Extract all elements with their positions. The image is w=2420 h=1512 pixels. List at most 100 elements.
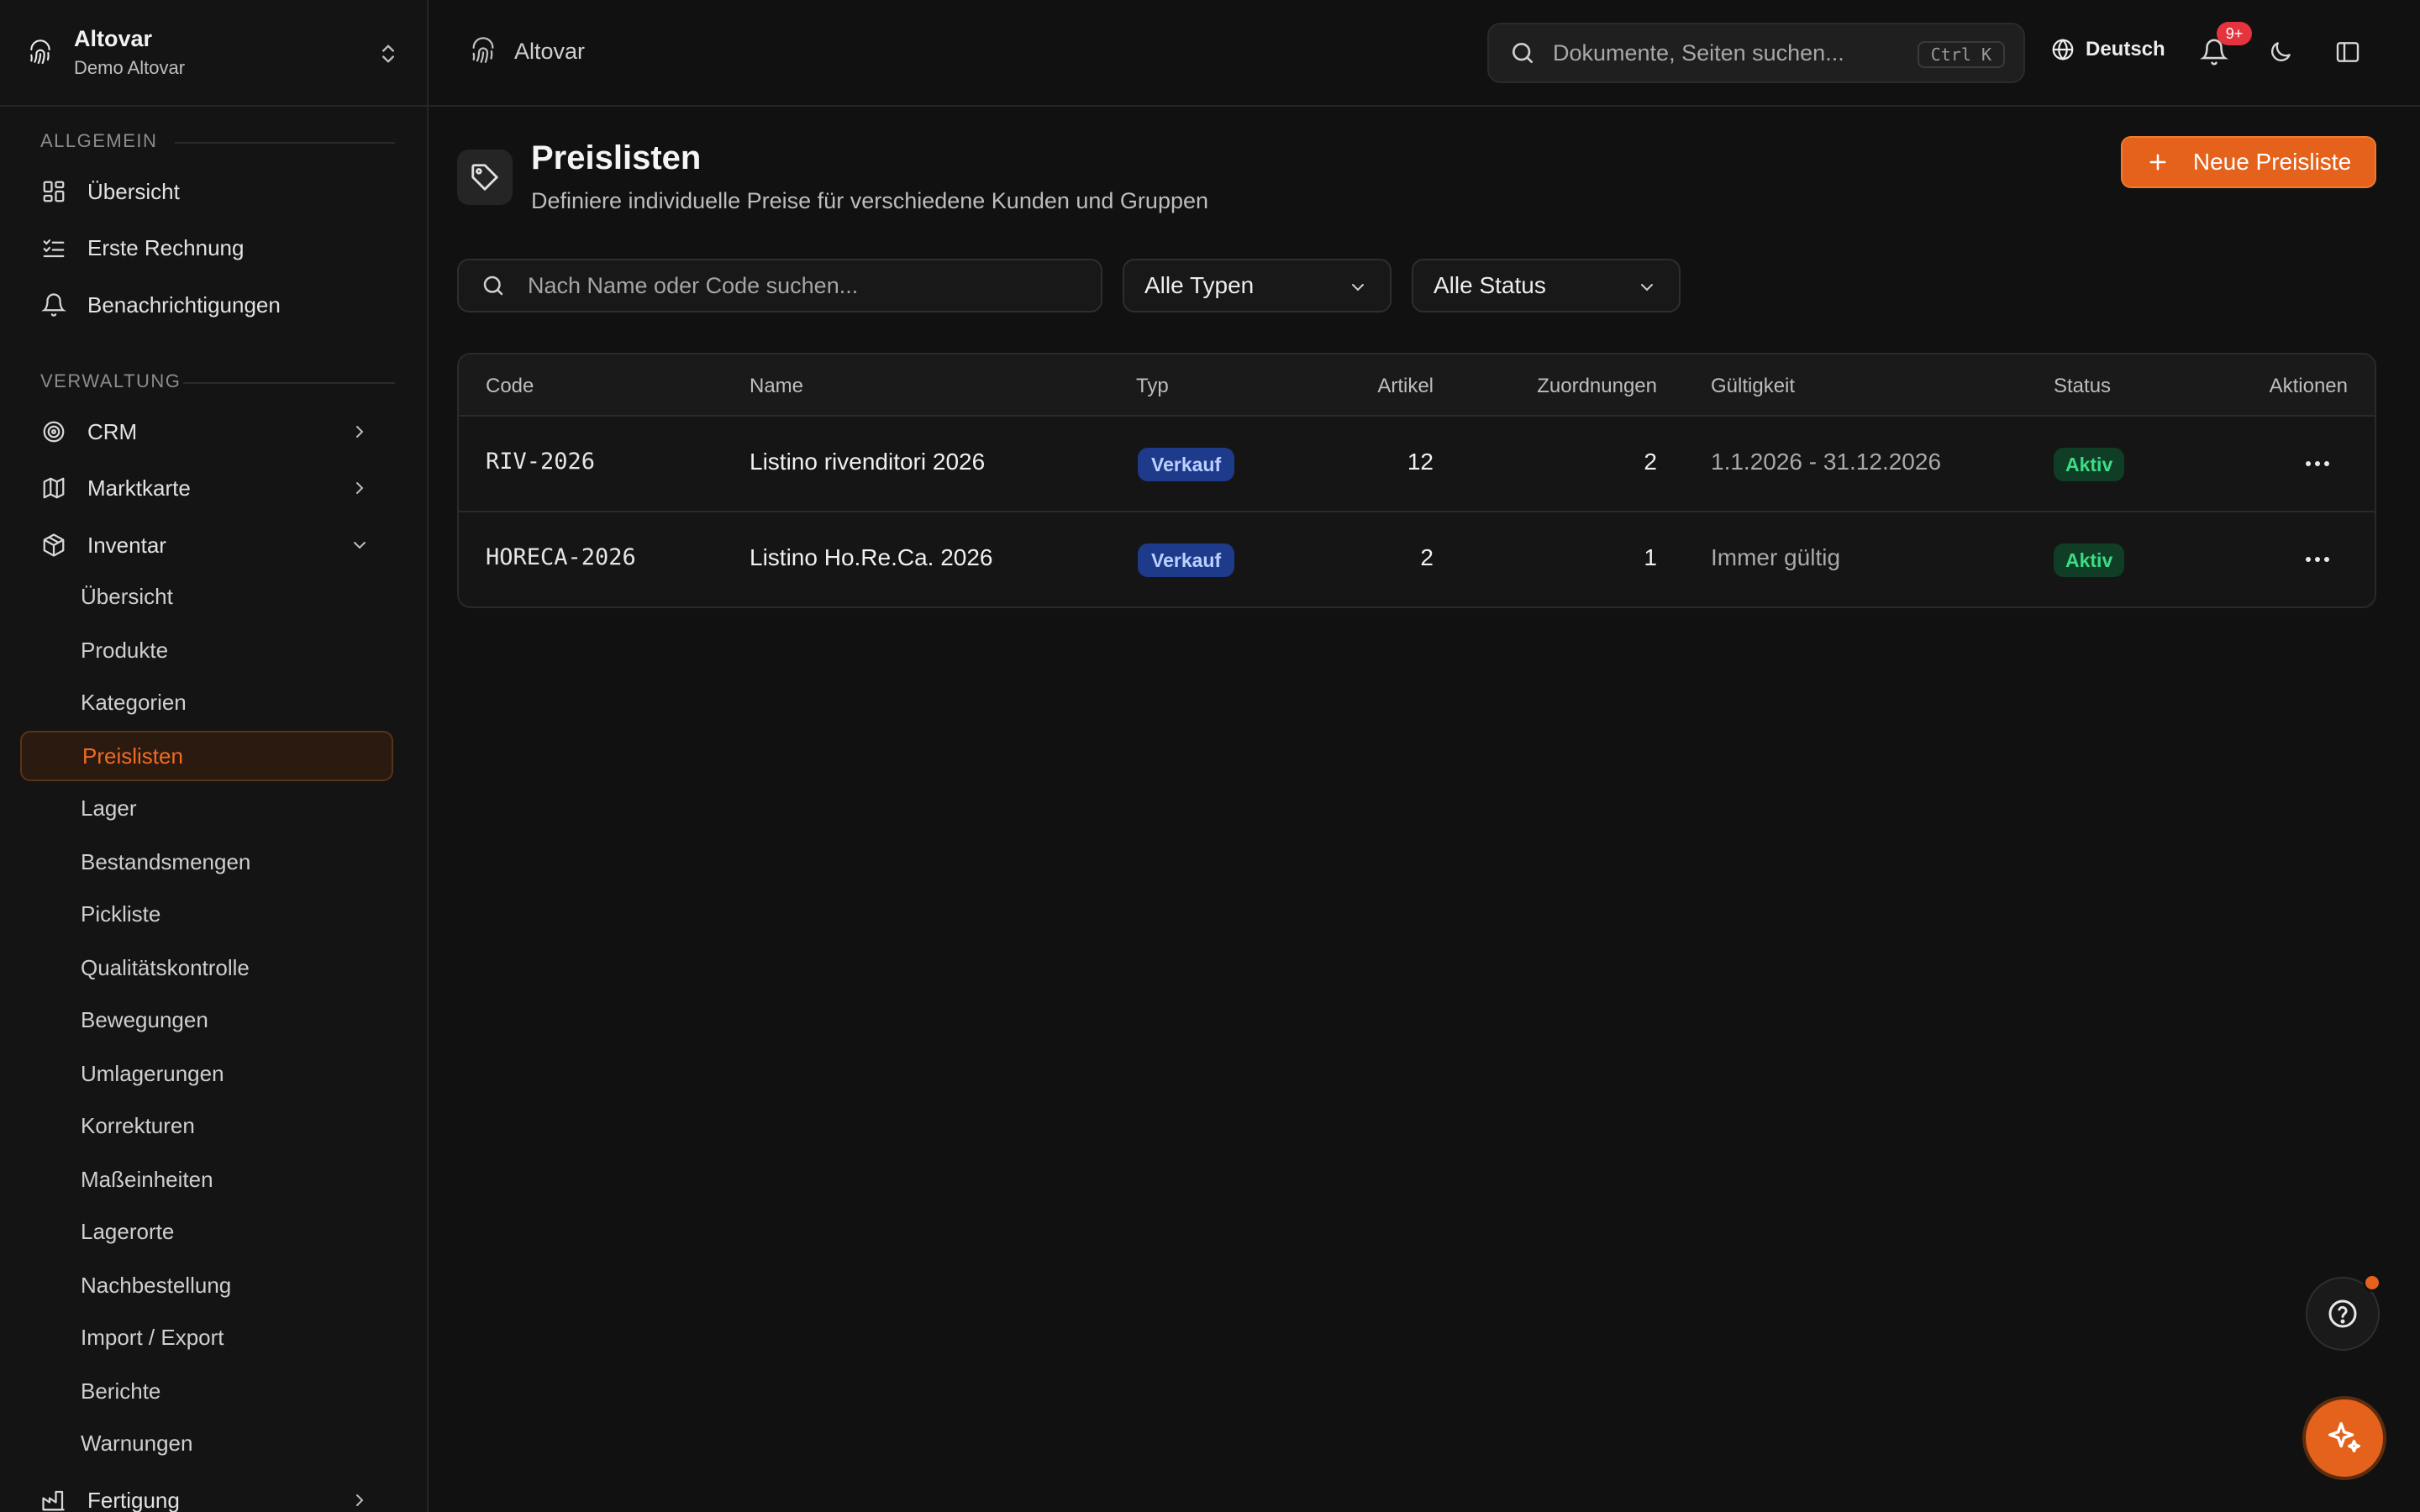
sidebar-subitem-pricelists[interactable]: Preislisten	[20, 731, 393, 781]
cell-assignments: 2	[1644, 449, 1657, 475]
sidebar-subitem-label: Übersicht	[81, 583, 173, 609]
sidebar-subitem-label: Bewegungen	[81, 1006, 208, 1032]
status-filter-value: Alle Status	[1434, 272, 1546, 298]
more-actions-icon[interactable]	[2302, 544, 2333, 575]
map-icon	[40, 475, 67, 501]
box-icon	[40, 532, 67, 559]
sidebar-subitem-transfers[interactable]: Umlagerungen	[20, 1049, 393, 1098]
sidebar-item-label: Inventar	[87, 532, 166, 558]
sidebar-subitem-label: Import / Export	[81, 1324, 224, 1350]
sidebar-subitem-reorder[interactable]: Nachbestellung	[20, 1261, 393, 1310]
chevrons-up-down-icon[interactable]	[376, 40, 400, 67]
search-icon	[481, 273, 506, 298]
sidebar-subitem-label: Pickliste	[81, 900, 161, 927]
page-subtitle: Definiere individuelle Preise für versch…	[531, 188, 1209, 213]
dashboard-icon	[40, 178, 67, 205]
cell-assignments: 1	[1644, 544, 1657, 570]
chevron-down-icon	[350, 535, 370, 555]
chevron-right-icon	[350, 478, 370, 498]
chevron-down-icon	[1637, 277, 1657, 297]
new-pricelist-button[interactable]: Neue Preisliste	[2121, 136, 2376, 188]
column-header-code[interactable]: Code	[486, 375, 534, 398]
sidebar-subitem-label: Lagerorte	[81, 1218, 175, 1244]
type-badge: Verkauf	[1138, 543, 1235, 577]
sidebar-item-label: Marktkarte	[87, 475, 191, 501]
sidebar-subitem-movements[interactable]: Bewegungen	[20, 995, 393, 1044]
sidebar-subitem-overview[interactable]: Übersicht	[20, 572, 393, 621]
bell-icon	[40, 291, 67, 318]
sidebar-subitem-label: Nachbestellung	[81, 1272, 232, 1298]
status-filter-select[interactable]: Alle Status	[1412, 259, 1681, 312]
column-header-name[interactable]: Name	[750, 375, 803, 398]
chevron-down-icon	[1348, 277, 1368, 297]
breadcrumb-label: Altovar	[514, 38, 586, 64]
column-header-status[interactable]: Status	[2054, 375, 2111, 398]
sidebar-subitem-label: Warnungen	[81, 1430, 193, 1456]
sidebar-subitem-warnings[interactable]: Warnungen	[20, 1419, 393, 1467]
status-badge: Aktiv	[2054, 448, 2125, 481]
cell-code: RIV-2026	[486, 449, 596, 475]
type-filter-select[interactable]: Alle Typen	[1123, 259, 1392, 312]
sparkles-icon	[2325, 1419, 2364, 1457]
tag-icon	[457, 150, 513, 205]
cell-name: Listino rivenditori 2026	[750, 449, 986, 475]
shortcut-hint: Ctrl K	[1917, 41, 2005, 68]
breadcrumb[interactable]: Altovar	[469, 37, 585, 66]
cell-validity: Immer gültig	[1711, 544, 1841, 570]
sidebar-subitem-import-export[interactable]: Import / Export	[20, 1313, 393, 1362]
chevron-right-icon	[350, 1490, 370, 1510]
sidebar-subitem-picklist[interactable]: Pickliste	[20, 890, 393, 938]
global-search-input[interactable]: Dokumente, Seiten suchen... Ctrl K	[1487, 23, 2025, 83]
ai-assistant-button[interactable]	[2302, 1396, 2386, 1480]
sidebar-item-inventory[interactable]: Inventar	[20, 520, 393, 570]
sidebar-item-overview[interactable]: Übersicht	[20, 166, 393, 217]
sidebar-item-label: Fertigung	[87, 1487, 180, 1512]
column-header-articles[interactable]: Artikel	[1377, 375, 1434, 398]
sidebar-item-first-invoice[interactable]: Erste Rechnung	[20, 223, 393, 273]
page-title: Preislisten	[531, 139, 702, 176]
sidebar-item-notifications[interactable]: Benachrichtigungen	[20, 280, 393, 330]
sidebar-subitem-label: Maßeinheiten	[81, 1166, 213, 1192]
sidebar-subitem-stock-levels[interactable]: Bestandsmengen	[20, 837, 393, 886]
pricelist-table: Code Name Typ Artikel Zuordnungen Gültig…	[457, 353, 2376, 608]
cell-validity: 1.1.2026 - 31.12.2026	[1711, 449, 1942, 475]
sidebar-item-crm[interactable]: CRM	[20, 407, 393, 457]
new-pricelist-label: Neue Preisliste	[2192, 149, 2352, 175]
help-notification-dot	[2363, 1273, 2381, 1292]
sidebar-toggle-icon[interactable]	[2334, 39, 2361, 66]
globe-icon	[2050, 37, 2075, 62]
sidebar-item-label: Übersicht	[87, 178, 180, 204]
table-row[interactable]: RIV-2026 Listino rivenditori 2026 Verkau…	[459, 417, 2375, 512]
topbar: Altovar Dokumente, Seiten suchen... Ctrl…	[429, 0, 2420, 107]
pricelist-search-input[interactable]: Nach Name oder Code suchen...	[457, 259, 1102, 312]
sidebar-item-label: CRM	[87, 418, 138, 444]
sidebar: Altovar Demo Altovar ALLGEMEIN Übersicht…	[0, 0, 429, 1512]
table-row[interactable]: HORECA-2026 Listino Ho.Re.Ca. 2026 Verka…	[459, 512, 2375, 606]
dark-mode-toggle-icon[interactable]	[2267, 39, 2294, 66]
cell-articles: 12	[1407, 449, 1434, 475]
sidebar-subitem-quality-control[interactable]: Qualitätskontrolle	[20, 943, 393, 992]
sidebar-subitem-products[interactable]: Produkte	[20, 626, 393, 675]
sidebar-subitem-locations[interactable]: Lagerorte	[20, 1207, 393, 1256]
more-actions-icon[interactable]	[2302, 449, 2333, 479]
column-header-assignments[interactable]: Zuordnungen	[1537, 375, 1657, 398]
sidebar-item-manufacturing[interactable]: Fertigung	[20, 1475, 393, 1512]
sidebar-subitem-reports[interactable]: Berichte	[20, 1367, 393, 1415]
sidebar-subitem-categories[interactable]: Kategorien	[20, 678, 393, 727]
sidebar-subitem-warehouse[interactable]: Lager	[20, 784, 393, 832]
workspace-switcher[interactable]: Altovar Demo Altovar	[0, 0, 427, 107]
cell-name: Listino Ho.Re.Ca. 2026	[750, 544, 993, 570]
cell-articles: 2	[1420, 544, 1434, 570]
column-header-actions: Aktionen	[2269, 375, 2348, 397]
sidebar-item-market-map[interactable]: Marktkarte	[20, 463, 393, 513]
sidebar-subitem-label: Bestandsmengen	[81, 848, 251, 874]
sidebar-item-label: Erste Rechnung	[87, 234, 245, 260]
column-header-validity[interactable]: Gültigkeit	[1711, 375, 1795, 398]
sidebar-subitem-units[interactable]: Maßeinheiten	[20, 1155, 393, 1204]
table-header: Code Name Typ Artikel Zuordnungen Gültig…	[459, 354, 2375, 417]
column-header-type[interactable]: Typ	[1136, 375, 1169, 398]
workspace-name: Altovar	[74, 26, 153, 51]
sidebar-subitem-corrections[interactable]: Korrekturen	[20, 1101, 393, 1150]
language-switcher[interactable]: Deutsch	[2050, 37, 2165, 62]
sidebar-subitem-label: Lager	[81, 795, 137, 821]
